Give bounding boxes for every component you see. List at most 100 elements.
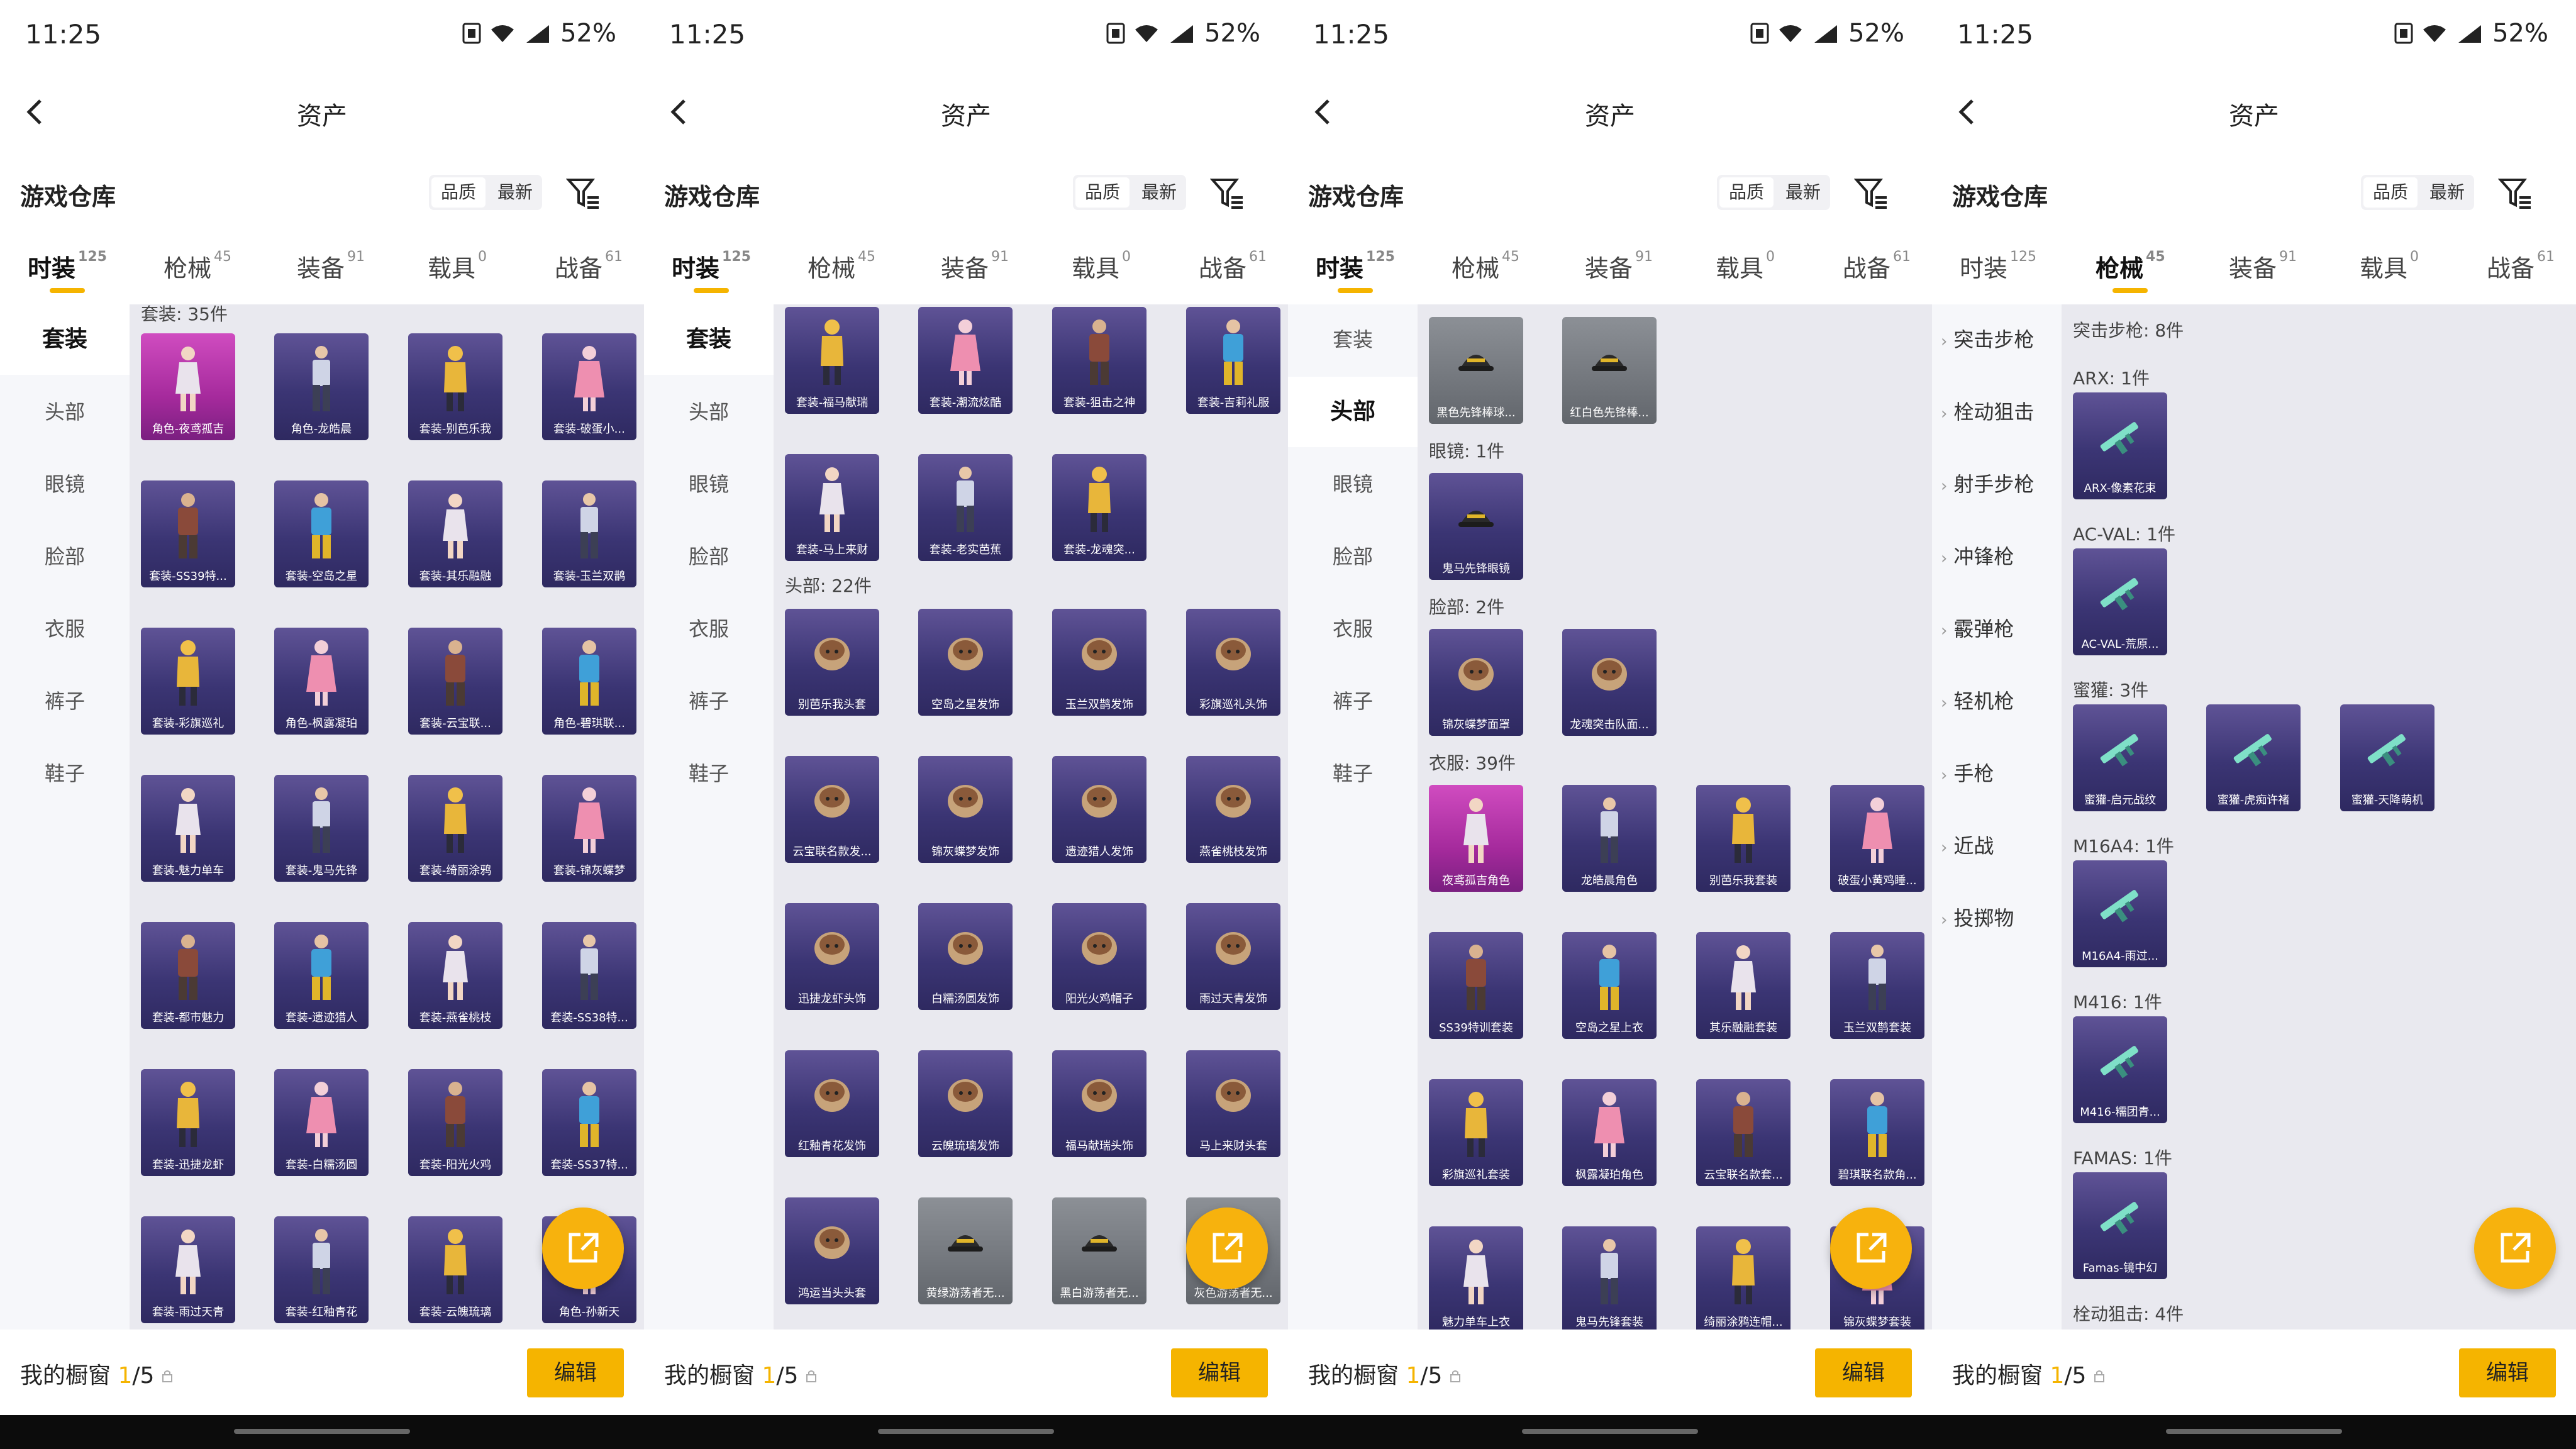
sidebar-item-鞋子[interactable]: 鞋子 [1288,738,1418,809]
item-card[interactable]: 夜鸢孤吉角色 [1429,785,1523,892]
item-card[interactable]: 黑色先锋棒球... [1429,317,1523,424]
filter-icon[interactable] [2497,177,2533,210]
item-card[interactable]: 白糯汤圆发饰 [918,903,1013,1010]
edit-button[interactable]: 编辑 [527,1348,624,1397]
filter-icon[interactable] [565,177,601,210]
tab-枪械[interactable]: 枪械 45 [2096,249,2165,293]
item-card[interactable]: 套装-锦灰蝶梦 [542,775,636,882]
item-card[interactable]: 魅力单车上衣 [1429,1226,1523,1330]
item-card[interactable]: 雨过天青发饰 [1186,903,1280,1010]
sort-latest-button[interactable]: 最新 [488,175,542,210]
sidebar-item-眼镜[interactable]: 眼镜 [644,449,774,519]
item-card[interactable]: 角色-碧琪联... [542,628,636,735]
item-card[interactable]: 空岛之星发饰 [918,609,1013,716]
edit-button[interactable]: 编辑 [2459,1348,2556,1397]
tab-装备[interactable]: 装备 91 [1585,249,1653,284]
item-card[interactable]: M16A4-雨过... [2073,860,2167,967]
sidebar-item-套装[interactable]: 套装 [1288,304,1418,375]
item-card[interactable]: 枫露凝珀角色 [1562,1079,1657,1186]
item-card[interactable]: 套装-破蛋小... [542,333,636,440]
item-card[interactable]: 别芭乐我头套 [785,609,879,716]
item-card[interactable]: 红釉青花发饰 [785,1050,879,1157]
share-fab-button[interactable] [1186,1208,1268,1289]
item-card[interactable]: 其乐融融套装 [1696,932,1790,1039]
tab-载具[interactable]: 载具 0 [2360,249,2419,284]
item-card[interactable]: 破蛋小黄鸡睡... [1830,785,1924,892]
item-card[interactable]: 遗迹猎人发饰 [1052,756,1146,863]
item-card[interactable]: 套装-SS39特... [141,480,235,587]
sidebar-item-手枪[interactable]: › 手枪 [1941,738,2060,809]
sidebar-item-头部[interactable]: 头部 [0,377,130,447]
item-card[interactable]: 鬼马先锋眼镜 [1429,473,1523,580]
item-card[interactable]: AC-VAL-荒原... [2073,548,2167,655]
item-card[interactable]: 空岛之星上衣 [1562,932,1657,1039]
item-card[interactable]: 彩旗巡礼头饰 [1186,609,1280,716]
tab-枪械[interactable]: 枪械 45 [1452,249,1519,284]
item-card[interactable]: 云魄琉璃发饰 [918,1050,1013,1157]
item-card[interactable]: ARX-像素花束 [2073,392,2167,499]
filter-icon[interactable] [1853,177,1889,210]
tab-时装[interactable]: 时装 125 [1960,249,2036,284]
item-card[interactable]: 蜜獾-虎痴许褚 [2206,704,2301,811]
item-card[interactable]: 套装-玉兰双鹊 [542,480,636,587]
sidebar-item-近战[interactable]: › 近战 [1941,811,2060,881]
tab-战备[interactable]: 战备 61 [1843,249,1911,284]
item-card[interactable]: Famas-镜中幻 [2073,1172,2167,1279]
sort-quality-button[interactable]: 品质 [1719,177,1774,208]
sidebar-item-鞋子[interactable]: 鞋子 [0,738,130,809]
item-card[interactable]: 套装-其乐融融 [408,480,502,587]
item-card[interactable]: 套装-都市魅力 [141,922,235,1029]
item-card[interactable]: 套装-遗迹猎人 [274,922,369,1029]
item-card[interactable]: 别芭乐我套装 [1696,785,1790,892]
sort-quality-button[interactable]: 品质 [1075,177,1130,208]
sidebar-item-眼镜[interactable]: 眼镜 [0,449,130,519]
item-card[interactable]: 套装-老实芭蕉 [918,454,1013,561]
item-card[interactable]: 黑白游荡者无... [1052,1197,1146,1304]
item-card[interactable]: 彩旗巡礼套装 [1429,1079,1523,1186]
tab-枪械[interactable]: 枪械 45 [164,249,231,284]
item-card[interactable]: 鬼马先锋套装 [1562,1226,1657,1330]
sidebar-item-栓动狙击[interactable]: › 栓动狙击 [1941,377,2060,447]
item-card[interactable]: 云宝联名款套... [1696,1079,1790,1186]
item-card[interactable]: 套装-空岛之星 [274,480,369,587]
tab-战备[interactable]: 战备 61 [2487,249,2555,284]
sidebar-item-轻机枪[interactable]: › 轻机枪 [1941,666,2060,736]
share-fab-button[interactable] [1830,1208,1912,1289]
item-card[interactable]: 蜜獾-启元战纹 [2073,704,2167,811]
tab-装备[interactable]: 装备 91 [297,249,365,284]
sidebar-item-头部[interactable]: 头部 [644,377,774,447]
tab-战备[interactable]: 战备 61 [555,249,623,284]
tab-装备[interactable]: 装备 91 [2229,249,2297,284]
item-card[interactable]: 黄绿游荡者无... [918,1197,1013,1304]
tab-载具[interactable]: 载具 0 [1072,249,1131,284]
sidebar-item-衣服[interactable]: 衣服 [0,594,130,664]
item-card[interactable]: 龙魂突击队面... [1562,629,1657,736]
sidebar-item-裤子[interactable]: 裤子 [1288,666,1418,736]
sidebar-item-裤子[interactable]: 裤子 [0,666,130,736]
item-card[interactable]: SS39特训套装 [1429,932,1523,1039]
sidebar-item-霰弹枪[interactable]: › 霰弹枪 [1941,594,2060,664]
item-card[interactable]: 碧琪联名款角... [1830,1079,1924,1186]
sidebar-item-突击步枪[interactable]: › 突击步枪 [1941,304,2060,375]
item-card[interactable]: 马上来财头套 [1186,1050,1280,1157]
sidebar-item-衣服[interactable]: 衣服 [1288,594,1418,664]
item-card[interactable]: 套装-SS38特... [542,922,636,1029]
item-card[interactable]: 套装-SS37特... [542,1069,636,1176]
item-card[interactable]: 云宝联名款发... [785,756,879,863]
item-card[interactable]: 迅捷龙虾头饰 [785,903,879,1010]
sidebar-item-套装[interactable]: 套装 [644,304,774,375]
item-card[interactable]: 红白色先锋棒... [1562,317,1657,424]
tab-载具[interactable]: 载具 0 [428,249,487,284]
tab-枪械[interactable]: 枪械 45 [808,249,875,284]
item-card[interactable]: 套装-马上来财 [785,454,879,561]
item-card[interactable]: 角色-龙皓晨 [274,333,369,440]
item-card[interactable]: 套装-红釉青花 [274,1216,369,1323]
item-card[interactable]: 套装-潮流炫酷 [918,307,1013,414]
sort-quality-button[interactable]: 品质 [431,177,486,208]
item-card[interactable]: 阳光火鸡帽子 [1052,903,1146,1010]
edit-button[interactable]: 编辑 [1171,1348,1268,1397]
share-fab-button[interactable] [542,1208,624,1289]
home-indicator[interactable] [878,1429,1054,1434]
item-card[interactable]: 套装-云魄琉璃 [408,1216,502,1323]
item-card[interactable]: 锦灰蝶梦面罩 [1429,629,1523,736]
